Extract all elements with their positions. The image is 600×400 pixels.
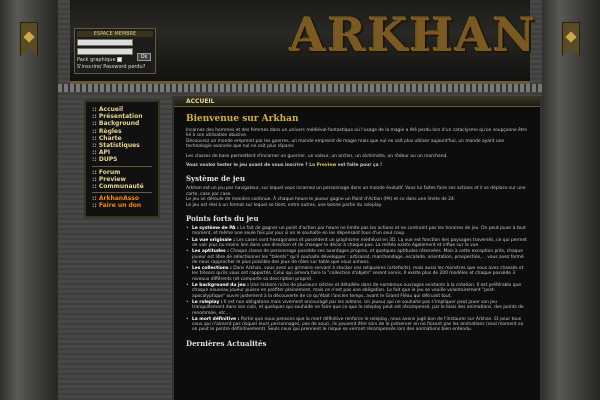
intro-text-1: Incarnez des hommes et des femmes dans u…: [186, 128, 527, 139]
sidebar-item-background[interactable]: Background: [92, 120, 152, 127]
site-logo[interactable]: ARKHAN: [290, 8, 537, 62]
sidebar-item-statistiques[interactable]: Statistiques: [92, 142, 152, 149]
chain-divider: [58, 84, 542, 92]
feature-text: Il est non obligatoire mais vivement enc…: [192, 299, 524, 316]
menu-divider: [92, 165, 152, 167]
ok-button[interactable]: Ok: [137, 53, 151, 61]
login-title: ESPACE MEMBRE: [77, 31, 153, 37]
sidebar-item-preview[interactable]: Preview: [92, 176, 152, 183]
sidebar-item-charte[interactable]: Charte: [92, 135, 152, 142]
system-text-3: Le jeu est réel à un format sur lequel s…: [186, 202, 383, 208]
login-box: ESPACE MEMBRE Ok Pack graphique S'inscri…: [74, 28, 156, 74]
try-prefix: Vous voulez tester le jeu avant de vous …: [186, 163, 317, 169]
banner-icon: [20, 22, 38, 56]
list-item: La vue originale : Les cases sont hexago…: [186, 238, 528, 249]
main-content: ACCUEIL Bienvenue sur Arkhan Incarnez de…: [172, 96, 542, 400]
sidebar-item-regles[interactable]: Règles: [92, 128, 152, 135]
page-title: Bienvenue sur Arkhan: [186, 114, 299, 124]
intro-paragraph: Incarnez des hommes et des femmes dans u…: [186, 128, 528, 150]
sidebar-menu: Accueil Présentation Background Règles C…: [84, 100, 160, 218]
feature-text: Partie que nous pensons que la mort défi…: [192, 316, 524, 333]
graphic-pack-checkbox[interactable]: [117, 57, 123, 62]
sidebar-item-api[interactable]: API: [92, 149, 152, 156]
sidebar-item-forum[interactable]: Forum: [92, 169, 152, 176]
list-item: Les collections : Dans Arkhan, vous avez…: [186, 266, 528, 282]
sidebar-item-arkhanasso[interactable]: ArkhanAsso: [92, 195, 152, 202]
list-item: Les aptitudes : Chaque classe de personn…: [186, 249, 528, 265]
list-item: Le roleplay : Il est non obligatoire mai…: [186, 300, 528, 316]
sidebar-item-don[interactable]: Faire un don: [92, 202, 152, 209]
features-heading: Points forts du jeu: [186, 214, 259, 224]
sidebar-item-accueil[interactable]: Accueil: [92, 106, 152, 113]
menu-divider: [92, 192, 152, 194]
news-heading: Dernières Actualités: [186, 338, 267, 348]
username-input[interactable]: [77, 39, 133, 46]
system-heading: Système de jeu: [186, 174, 245, 184]
list-item: La mort définitive : Partie que nous pen…: [186, 317, 528, 333]
feature-text: Le fait de gagner un point d'action par …: [192, 226, 526, 237]
feature-text: Dans Arkhan, vous avez un grimoire serva…: [192, 266, 524, 282]
feature-text: Chaque classe de personnage possède ses …: [192, 249, 524, 265]
system-paragraph: Arkhan est un jeu par navigateur, sur le…: [186, 186, 528, 208]
preview-link[interactable]: Preview: [317, 163, 337, 168]
feature-text: Les cases sont hexagonales et possèdent …: [192, 237, 527, 248]
banner-icon: [562, 22, 580, 56]
right-pillar: [542, 0, 600, 400]
sidebar-item-communaute[interactable]: Communauté: [92, 183, 152, 190]
signup-links[interactable]: S'inscrire/ Password perdu?: [77, 64, 153, 71]
password-input[interactable]: [77, 48, 133, 55]
feature-name: Les aptitudes :: [192, 249, 229, 255]
feature-name: La vue originale :: [192, 237, 235, 243]
tab-accueil[interactable]: ACCUEIL: [174, 96, 540, 107]
try-suffix: est faite pour ça !: [336, 163, 383, 169]
preview-paragraph: Vous voulez tester le jeu avant de vous …: [186, 163, 528, 168]
features-list: Le système de PA : Le fait de gagner un …: [186, 226, 528, 333]
system-text-2: Le jeu se déroule de manière continue. À…: [186, 197, 456, 203]
left-pillar: [0, 0, 58, 400]
remember-label: Pack graphique: [77, 57, 116, 63]
list-item: Le système de PA : Le fait de gagner un …: [186, 226, 528, 237]
sidebar-item-presentation[interactable]: Présentation: [92, 113, 152, 120]
system-text-1: Arkhan est un jeu par navigateur, sur le…: [186, 186, 526, 197]
list-item: Le background du jeu : Une histoire rich…: [186, 283, 528, 299]
classes-paragraph: Les classes de base permettent d'incarne…: [186, 153, 448, 159]
sidebar-item-dups[interactable]: DUPS: [92, 156, 152, 163]
intro-text-2: Découvrez un monde empreint par les guer…: [186, 138, 505, 150]
